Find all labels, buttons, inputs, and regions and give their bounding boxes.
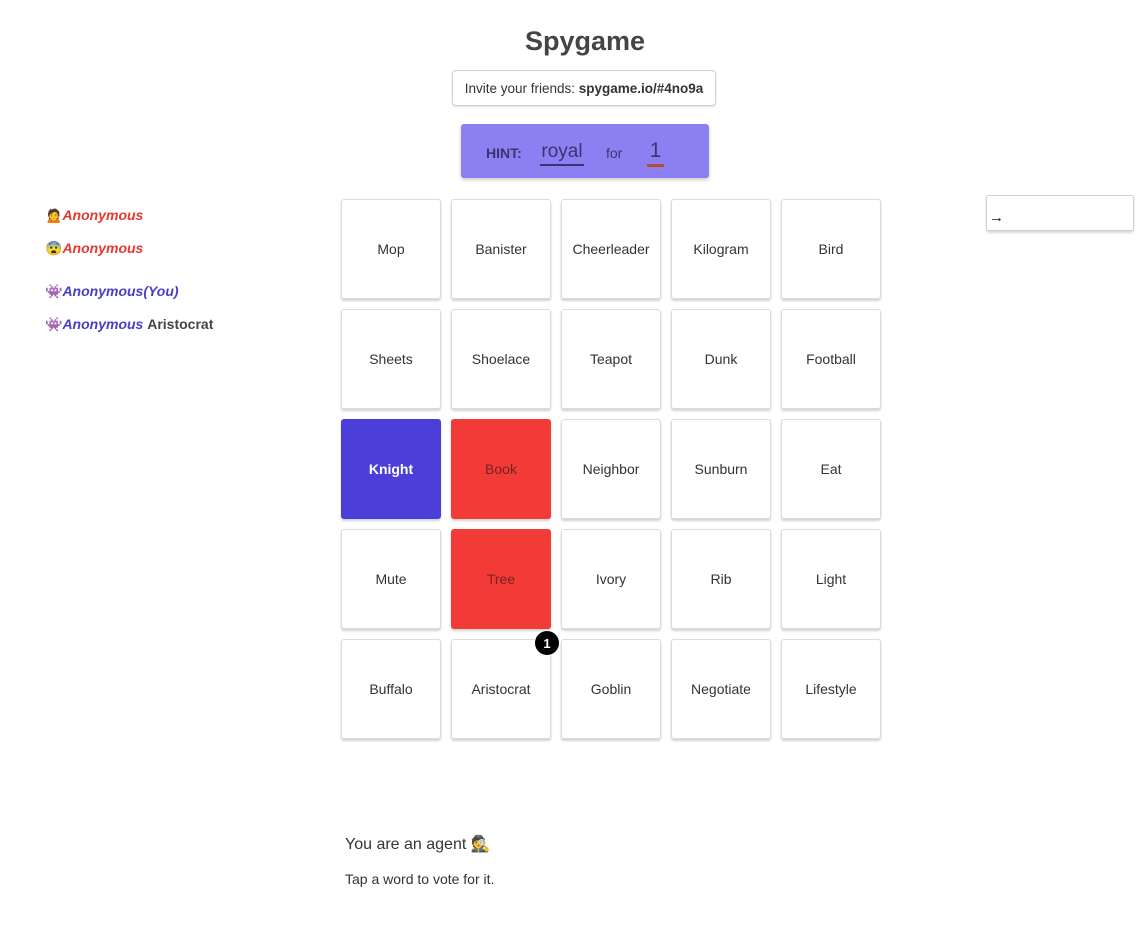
word-card[interactable]: Kilogram bbox=[671, 199, 771, 299]
page-title: Spygame bbox=[524, 26, 646, 56]
word-card[interactable]: Lifestyle bbox=[781, 639, 881, 739]
invite-box[interactable]: Invite your friends: spygame.io/#4no9a bbox=[452, 70, 716, 106]
word-card-revealed-red[interactable]: Tree bbox=[451, 529, 551, 629]
player-vote: Aristocrat bbox=[147, 316, 214, 332]
word-card-revealed-red[interactable]: Book bbox=[451, 419, 551, 519]
player-item: 🙍Anonymous bbox=[45, 207, 143, 224]
word-card-label: Book bbox=[485, 461, 517, 477]
player-avatar-icon: 🙍 bbox=[45, 207, 63, 223]
hint-count: 1 bbox=[647, 139, 664, 167]
arrow-right-icon: → bbox=[989, 209, 1004, 226]
invite-link[interactable]: spygame.io/#4no9a bbox=[579, 81, 704, 96]
word-card[interactable]: Mop bbox=[341, 199, 441, 299]
word-card[interactable]: Football bbox=[781, 309, 881, 409]
word-card-label: Light bbox=[815, 571, 847, 587]
instructions-text: Tap a word to vote for it. bbox=[345, 871, 495, 887]
word-card-label: Sheets bbox=[369, 351, 413, 367]
word-card-label: Football bbox=[806, 351, 856, 367]
word-card[interactable]: Teapot bbox=[561, 309, 661, 409]
word-card[interactable]: Rib bbox=[671, 529, 771, 629]
player-item: 👾Anonymous Aristocrat bbox=[45, 316, 213, 333]
word-card[interactable]: Sheets bbox=[341, 309, 441, 409]
invite-prefix: Invite your friends: bbox=[464, 81, 579, 96]
player-name: Anonymous bbox=[62, 283, 144, 299]
chat-input[interactable]: → bbox=[986, 195, 1134, 231]
word-card-label: Knight bbox=[368, 461, 414, 477]
role-text: You are an agent 🕵 bbox=[345, 836, 491, 853]
word-card-label: Banister bbox=[475, 241, 527, 257]
player-item: 👾Anonymous(You) bbox=[45, 283, 179, 300]
word-card-label: Kilogram bbox=[693, 241, 749, 257]
word-card[interactable]: Cheerleader bbox=[561, 199, 661, 299]
word-card-label: Lifestyle bbox=[805, 681, 857, 697]
player-name: Anonymous bbox=[62, 316, 144, 332]
player-name: Anonymous bbox=[62, 240, 144, 256]
word-card[interactable]: Ivory bbox=[561, 529, 661, 629]
hint-for-label: for bbox=[606, 145, 623, 161]
hint-panel: HINT: royal for 1 bbox=[461, 124, 709, 178]
word-card-label: Rib bbox=[710, 571, 732, 587]
player-name: Anonymous bbox=[62, 207, 144, 223]
word-card-label: Ivory bbox=[595, 571, 627, 587]
word-card[interactable]: Shoelace bbox=[451, 309, 551, 409]
word-card-label: Mute bbox=[375, 571, 407, 587]
word-card[interactable]: Light bbox=[781, 529, 881, 629]
word-card[interactable]: Mute bbox=[341, 529, 441, 629]
vote-count-badge: 1 bbox=[534, 630, 560, 656]
word-card[interactable]: Negotiate bbox=[671, 639, 771, 739]
word-card-label: Shoelace bbox=[471, 351, 531, 367]
word-card-label: Aristocrat bbox=[471, 681, 531, 697]
word-card-label: Sunburn bbox=[694, 461, 748, 477]
word-card[interactable]: Buffalo bbox=[341, 639, 441, 739]
word-card[interactable]: Aristocrat 1 bbox=[451, 630, 560, 739]
word-card[interactable]: Goblin bbox=[561, 639, 661, 739]
word-grid: Mop Banister Cheerleader Kilogram Bird S… bbox=[341, 199, 881, 739]
word-card-label: Buffalo bbox=[369, 681, 413, 697]
word-card-label: Negotiate bbox=[691, 681, 751, 697]
word-card-label: Mop bbox=[377, 241, 405, 257]
word-card-label: Eat bbox=[820, 461, 842, 477]
player-you-tag: (You) bbox=[143, 283, 179, 299]
word-card-label: Tree bbox=[486, 571, 516, 587]
word-card[interactable]: Banister bbox=[451, 199, 551, 299]
player-item: 😨Anonymous bbox=[45, 240, 143, 257]
word-card-label: Neighbor bbox=[582, 461, 640, 477]
word-card[interactable]: Sunburn bbox=[671, 419, 771, 519]
word-card-label: Dunk bbox=[704, 351, 738, 367]
word-card-label: Teapot bbox=[589, 351, 633, 367]
word-card[interactable]: Bird bbox=[781, 199, 881, 299]
word-card[interactable]: Eat bbox=[781, 419, 881, 519]
word-card-label: Cheerleader bbox=[572, 241, 650, 257]
player-avatar-icon: 👾 bbox=[45, 283, 63, 299]
word-card-revealed-blue[interactable]: Knight bbox=[341, 419, 441, 519]
hint-label: HINT: bbox=[486, 145, 522, 161]
hint-word: royal bbox=[540, 141, 584, 166]
player-avatar-icon: 👾 bbox=[45, 316, 63, 332]
player-avatar-icon: 😨 bbox=[45, 240, 63, 256]
word-card-label: Bird bbox=[818, 241, 844, 257]
word-card[interactable]: Dunk bbox=[671, 309, 771, 409]
word-card[interactable]: Neighbor bbox=[561, 419, 661, 519]
word-card-label: Goblin bbox=[590, 681, 632, 697]
